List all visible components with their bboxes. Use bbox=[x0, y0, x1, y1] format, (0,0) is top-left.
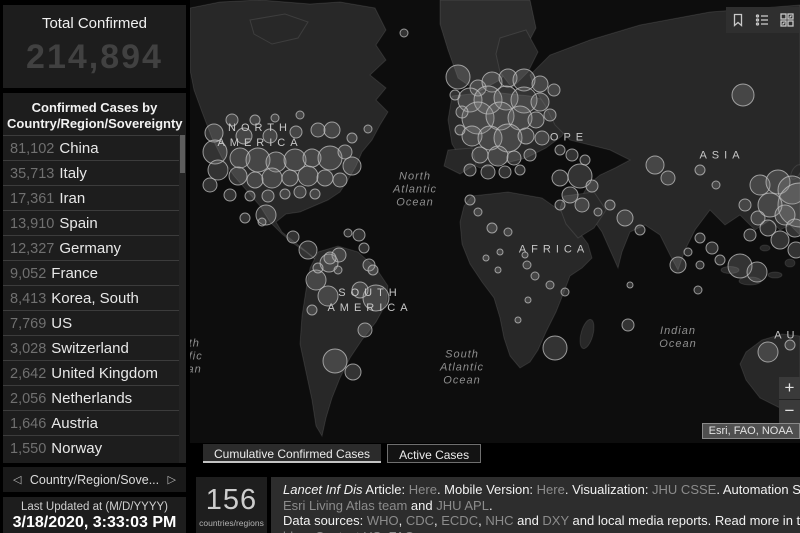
pager-label[interactable]: Country/Region/Sove... bbox=[30, 473, 159, 487]
link[interactable]: Here bbox=[409, 482, 437, 497]
link[interactable]: ECDC bbox=[441, 513, 478, 528]
bookmark-icon[interactable] bbox=[727, 9, 749, 31]
countries-count-panel: 156 countries/regions bbox=[196, 477, 267, 533]
last-updated-panel: Last Updated at (M/D/YYYY) 3/18/2020, 3:… bbox=[3, 497, 186, 533]
total-confirmed-value: 214,894 bbox=[26, 38, 163, 76]
link[interactable]: CDC bbox=[406, 513, 434, 528]
list-item[interactable]: 17,361 Iran bbox=[3, 185, 179, 210]
list-item[interactable]: 3,028 Switzerland bbox=[3, 335, 179, 360]
list-item[interactable]: 8,413 Korea, South bbox=[3, 285, 179, 310]
total-confirmed-panel: Total Confirmed 214,894 bbox=[3, 5, 186, 88]
list-item[interactable]: 12,327 Germany bbox=[3, 235, 179, 260]
link[interactable]: blog bbox=[283, 529, 308, 533]
confirmed-cases-list-panel: Confirmed Cases by Country/Region/Sovere… bbox=[3, 93, 186, 463]
link[interactable]: JHU APL bbox=[436, 498, 489, 513]
list-item[interactable]: 81,102 China bbox=[3, 135, 179, 160]
world-map-svg bbox=[190, 0, 800, 438]
last-updated-label: Last Updated at (M/D/YYYY) bbox=[20, 501, 168, 513]
last-updated-value: 3/18/2020, 3:33:03 PM bbox=[12, 514, 177, 531]
list-item[interactable]: 35,713 Italy bbox=[3, 160, 179, 185]
tab-cumulative-confirmed-cases[interactable]: Cumulative Confirmed Cases bbox=[203, 444, 382, 463]
tab-active-cases[interactable]: Active Cases bbox=[387, 444, 482, 463]
list-item[interactable]: 9,052 France bbox=[3, 260, 179, 285]
link[interactable]: WHO bbox=[367, 513, 399, 528]
zoom-in-button[interactable]: + bbox=[779, 377, 800, 400]
link[interactable]: DXY bbox=[542, 513, 569, 528]
map-zoom-control: + − bbox=[779, 377, 800, 424]
pager-prev-icon[interactable]: ◁ bbox=[13, 473, 21, 486]
list-item[interactable]: 1,646 Austria bbox=[3, 410, 179, 435]
zoom-out-button[interactable]: − bbox=[779, 400, 800, 423]
link[interactable]: Here bbox=[537, 482, 565, 497]
pager-next-icon[interactable]: ▷ bbox=[168, 473, 176, 486]
link[interactable]: FAQ bbox=[389, 529, 415, 533]
total-confirmed-title: Total Confirmed bbox=[41, 15, 148, 32]
list-item[interactable]: 7,769 US bbox=[3, 310, 179, 335]
list-pager: ◁ Country/Region/Sove... ▷ bbox=[3, 467, 186, 492]
sources-info-panel: Lancet Inf Dis Article: Here. Mobile Ver… bbox=[271, 477, 800, 533]
link[interactable]: Contact US bbox=[315, 529, 381, 533]
basemap-grid-icon[interactable] bbox=[776, 9, 798, 31]
covid-dashboard: Total Confirmed 214,894 Confirmed Cases … bbox=[0, 0, 800, 533]
map-canvas[interactable]: NORTH AMERICA SOUTH AMERICA OPE ASIA AFRICA A… bbox=[190, 0, 800, 443]
country-list: 81,102 China 35,713 Italy 17,361 Iran 13,910 Sp… bbox=[3, 135, 179, 463]
link[interactable]: JHU CSSE bbox=[652, 482, 716, 497]
list-item[interactable]: 2,642 United Kingdom bbox=[3, 360, 179, 385]
countries-count-label: countries/regions bbox=[199, 518, 264, 528]
map-attribution: Esri, FAO, NOAA bbox=[701, 423, 800, 439]
map-tabs: Cumulative Confirmed Cases Active Cases bbox=[203, 444, 482, 463]
list-title: Confirmed Cases by Country/Region/Sovere… bbox=[7, 100, 183, 131]
countries-count-value: 156 bbox=[205, 484, 258, 516]
map-toolbar bbox=[726, 7, 799, 33]
list-item[interactable]: 13,910 Spain bbox=[3, 210, 179, 235]
list-scrollbar-thumb[interactable] bbox=[180, 135, 185, 173]
link[interactable]: Esri Living Atlas team bbox=[283, 498, 407, 513]
list-scrollbar[interactable] bbox=[179, 135, 186, 463]
legend-list-icon[interactable] bbox=[751, 9, 773, 31]
link[interactable]: NHC bbox=[485, 513, 513, 528]
list-item[interactable]: 1,550 Norway bbox=[3, 435, 179, 460]
sources-text: Lancet Inf Dis Article: Here. Mobile Ver… bbox=[283, 482, 800, 533]
list-item[interactable]: 2,056 Netherlands bbox=[3, 385, 179, 410]
